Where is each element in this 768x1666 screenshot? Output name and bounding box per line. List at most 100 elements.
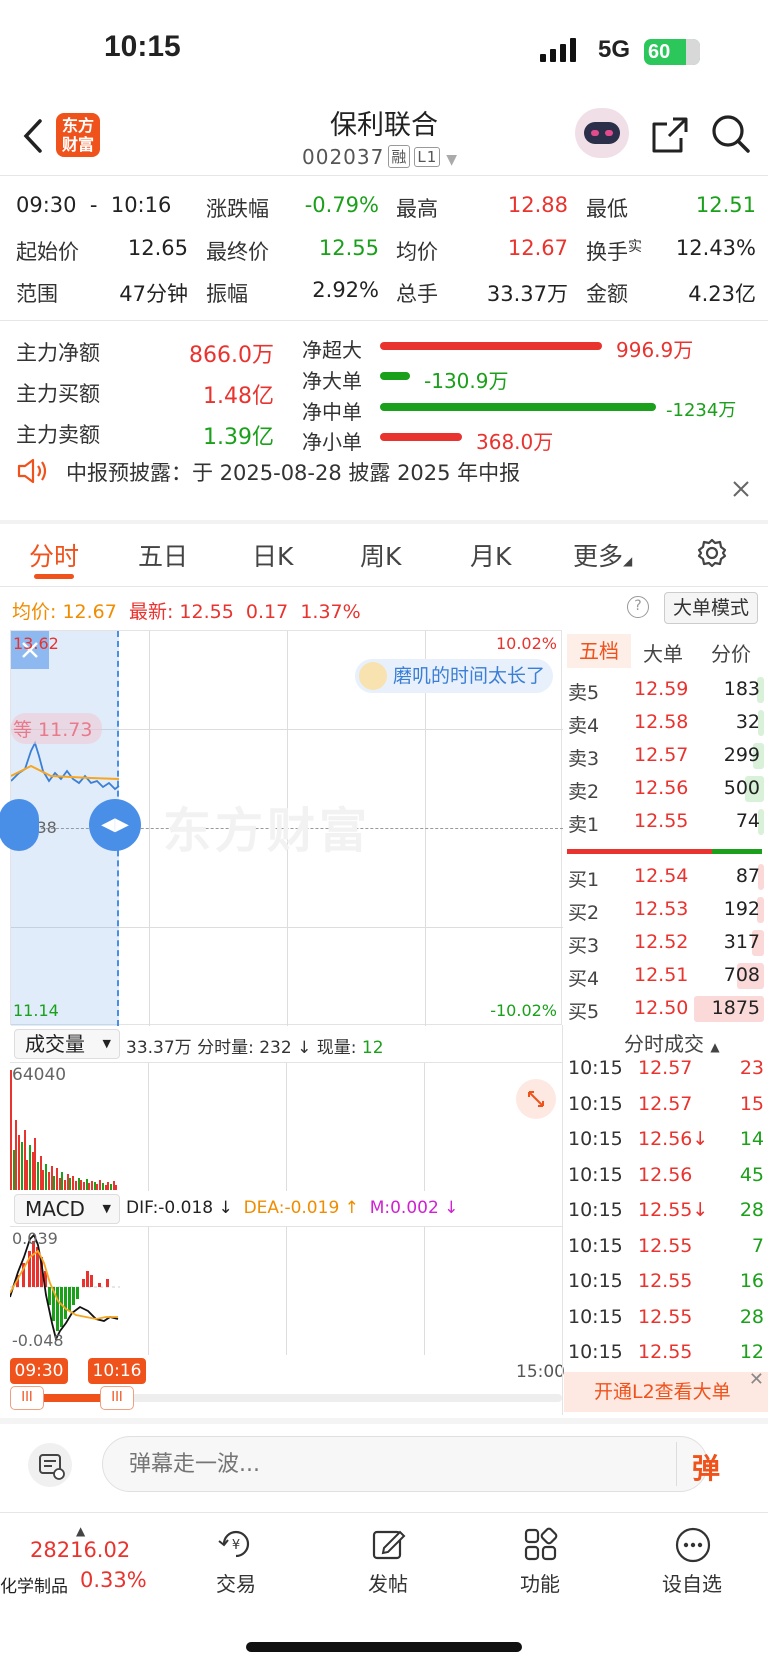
trade-icon[interactable]: ¥ [216, 1526, 256, 1564]
drag-handle-right[interactable]: ◀▶ [89, 799, 141, 851]
orderbook-tab-five[interactable]: 五档 [567, 634, 631, 668]
search-icon[interactable] [711, 114, 751, 154]
tab-intraday[interactable]: 分时 [29, 537, 79, 573]
volume-bar [77, 1178, 80, 1190]
macd-selector[interactable]: MACD ▼ [14, 1194, 120, 1224]
drag-handle-left[interactable] [0, 799, 39, 851]
orderbook-tab-price[interactable]: 分价 [711, 638, 751, 667]
label-high: 最高 [396, 197, 438, 221]
share-icon[interactable] [651, 116, 689, 154]
chart-top-price: 13.62 [13, 634, 59, 653]
tab-weekly-k[interactable]: 周K [360, 537, 401, 573]
trade-price: 12.56↓ [638, 1128, 709, 1150]
danmu-toggle-icon[interactable] [28, 1443, 72, 1487]
orderbook-divider [567, 849, 712, 854]
volume-bar [66, 1174, 69, 1190]
bid-row[interactable]: 买2 12.53 192 [564, 895, 764, 925]
big-order-mode-button[interactable]: 大单模式 [664, 592, 758, 624]
danmu-send-button[interactable] [676, 1442, 677, 1486]
more-icon[interactable] [674, 1526, 712, 1564]
label-main-buy: 主力买额 [16, 382, 100, 406]
bid-label: 买4 [568, 968, 600, 990]
label-amount: 金额 [586, 282, 628, 306]
stock-code-row[interactable]: 002037 融 L1 ▼ [302, 145, 458, 169]
bid-row[interactable]: 买4 12.51 708 [564, 961, 764, 991]
danmu-input[interactable] [102, 1436, 708, 1492]
trade-row: 10:15 12.56 45 [568, 1164, 764, 1194]
volume-bar [109, 1184, 112, 1190]
tab-daily-k[interactable]: 日K [252, 537, 293, 573]
range-handle-right[interactable]: III [100, 1386, 134, 1410]
ask-row[interactable]: 卖5 12.59 183 [564, 675, 764, 705]
ask-label: 卖4 [568, 715, 600, 737]
function-icon[interactable] [522, 1526, 560, 1564]
macd-chart[interactable]: 0.039 -0.048 [10, 1226, 562, 1355]
ask-price: 12.59 [634, 678, 689, 700]
trade-price: 12.55 [638, 1234, 693, 1257]
time-range: 09:30 - 10:16 [16, 193, 172, 217]
bid-price: 12.54 [634, 865, 689, 887]
value-main-sell: 1.39亿 [203, 425, 274, 450]
ask-price: 12.58 [634, 711, 689, 733]
volume-bar [20, 1142, 23, 1190]
value-total-volume: 33.37万 [486, 282, 568, 306]
trade-volume: 7 [751, 1234, 764, 1257]
range-handle-left[interactable]: III [10, 1386, 44, 1410]
l2-banner[interactable]: 开通L2查看大单 ✕ [564, 1369, 768, 1412]
expand-icon[interactable] [516, 1079, 556, 1119]
nav-function[interactable]: 功能 [510, 1568, 570, 1597]
price-chart[interactable]: 东方财富 13.62 10.02% 12.38 11.14 -10.02% 等 … [0, 630, 563, 1026]
ask-row[interactable]: 卖1 12.55 74 [564, 807, 764, 837]
close-notice-icon[interactable] [732, 480, 750, 498]
index-pct[interactable]: 0.33% [80, 1568, 147, 1592]
ask-row[interactable]: 卖4 12.58 32 [564, 708, 764, 738]
value-low: 12.51 [695, 193, 756, 217]
ask-row[interactable]: 卖2 12.56 500 [564, 774, 764, 804]
bid-volume: 1875 [711, 997, 760, 1019]
post-icon[interactable] [370, 1526, 408, 1564]
bid-volume: 708 [723, 964, 760, 986]
trade-time: 10:15 [568, 1234, 623, 1257]
volume-bar [101, 1183, 104, 1190]
volume-chart[interactable]: 64040 [10, 1062, 562, 1191]
volume-bar [104, 1185, 107, 1190]
volume-bar [26, 1160, 29, 1190]
tab-more[interactable]: 更多◢ [573, 537, 632, 573]
robot-avatar-icon[interactable] [575, 108, 629, 158]
settings-icon[interactable] [697, 538, 727, 568]
volume-bar [50, 1166, 53, 1190]
orderbook-tab-big[interactable]: 大单 [643, 638, 683, 667]
volume-bar [82, 1182, 85, 1190]
nav-add-watchlist[interactable]: 设自选 [652, 1568, 732, 1597]
index-name[interactable]: 化学制品 [0, 1572, 68, 1597]
volume-bar [69, 1178, 72, 1190]
ask-row[interactable]: 卖3 12.57 299 [564, 741, 764, 771]
tab-five-day[interactable]: 五日 [138, 537, 188, 573]
ask-volume: 74 [735, 810, 760, 832]
label-end-price: 最终价 [206, 240, 269, 264]
bid-volume: 317 [723, 931, 760, 953]
bid-row[interactable]: 买3 12.52 317 [564, 928, 764, 958]
bid-row[interactable]: 买1 12.54 87 [564, 862, 764, 892]
index-arrow-icon: ▲ [76, 1524, 86, 1538]
trade-time: 10:15 [568, 1092, 623, 1115]
tab-monthly-k[interactable]: 月K [470, 537, 511, 573]
volume-selector[interactable]: 成交量 ▼ [14, 1029, 120, 1059]
macd-info: DIF:-0.018 ↓ DEA:-0.019 ↑ M:0.002 ↓ [126, 1198, 459, 1218]
volume-bar [115, 1185, 118, 1190]
trades-title[interactable]: 分时成交 ▲ [624, 1028, 720, 1057]
volume-bar [80, 1180, 83, 1190]
bid-row[interactable]: 买5 12.50 1875 [564, 994, 764, 1024]
nav-post[interactable]: 发帖 [358, 1568, 418, 1597]
nav-trade[interactable]: 交易 [206, 1568, 266, 1597]
index-value[interactable]: 28216.02 [30, 1538, 130, 1562]
sort-up-icon: ▲ [710, 1040, 720, 1054]
ask-volume: 32 [735, 711, 760, 733]
notice-text[interactable]: 中报预披露：于 2025-08-28 披露 2025 年中报 [66, 457, 520, 487]
value-range: 47分钟 [119, 282, 188, 306]
trade-row: 10:15 12.57 15 [568, 1093, 764, 1123]
help-icon[interactable]: ? [627, 596, 649, 618]
danmu-send-icon[interactable]: 弹 [692, 1447, 720, 1487]
label-main-net: 主力净额 [16, 341, 100, 365]
bar-small [380, 433, 462, 441]
